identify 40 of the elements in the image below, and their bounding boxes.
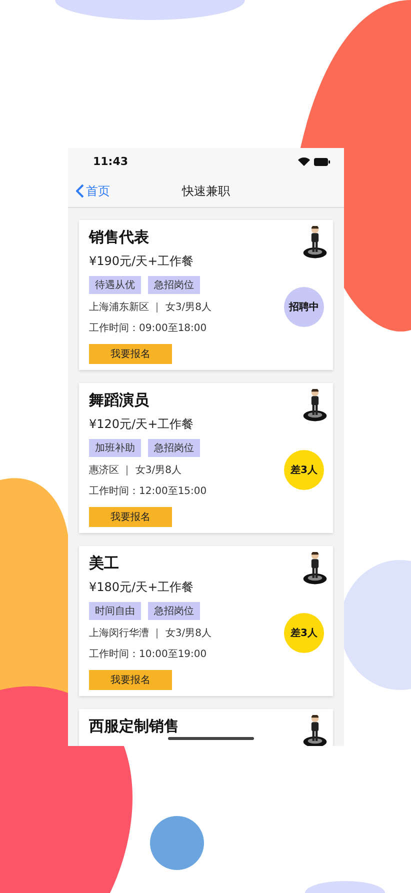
job-tag: 加班补助 (89, 439, 141, 457)
apply-button[interactable]: 我要报名 (89, 344, 172, 364)
job-card[interactable]: 销售代表 ¥190元/天+工作餐 待遇从优 急招岗位 上海浦东新区 ｜ 女3/男8人 工作时间：09:00至18:00 我要报名 招聘中 (79, 220, 333, 370)
job-card[interactable]: 美工 ¥180元/天+工作餐 时间自由 急招岗位 上海闵行华漕 ｜ 女3/男8人 工作时间：10:00至19:00 我要报名 差3人 (79, 546, 333, 696)
salary-text: ¥180元/天+工作餐 (89, 579, 194, 596)
figure-icon (301, 715, 329, 746)
job-tag: 急招岗位 (148, 439, 200, 457)
job-title: 舞蹈演员 (89, 391, 149, 410)
page-title: 快速兼职 (182, 182, 230, 200)
status-badge: 差3人 (284, 450, 324, 490)
job-tag: 待遇从优 (89, 276, 141, 294)
job-tag: 时间自由 (89, 602, 141, 620)
status-badge: 差3人 (284, 613, 324, 653)
figure-icon (301, 226, 329, 260)
back-button[interactable]: 首页 (76, 182, 110, 200)
status-time: 11:43 (93, 155, 128, 168)
apply-button[interactable]: 我要报名 (89, 670, 172, 690)
location-text: 上海闵行华漕 ｜ 女3/男8人 (89, 626, 212, 640)
job-title: 美工 (89, 554, 119, 573)
apply-button[interactable]: 我要报名 (89, 507, 172, 527)
salary-text: ¥120元/天+工作餐 (89, 416, 194, 433)
job-tag: 急招岗位 (148, 602, 200, 620)
job-card[interactable]: 舞蹈演员 ¥120元/天+工作餐 加班补助 急招岗位 惠济区 ｜ 女3/男8人 工作时间：12:00至15:00 我要报名 差3人 (79, 383, 333, 533)
hours-text: 工作时间：09:00至18:00 (89, 322, 207, 335)
job-tag: 急招岗位 (148, 276, 200, 294)
hours-text: 工作时间：12:00至15:00 (89, 484, 207, 498)
back-chevron-icon (76, 184, 84, 198)
location-text: 上海浦东新区 ｜ 女3/男8人 (89, 300, 212, 314)
location-text: 惠济区 ｜ 女3/男8人 (89, 464, 182, 477)
battery-icon (314, 158, 330, 166)
job-card[interactable]: 西服定制销售 (79, 709, 333, 746)
decorative-dot (150, 816, 204, 870)
wifi-icon (298, 157, 310, 166)
figure-icon (301, 552, 329, 586)
job-title: 销售代表 (89, 228, 149, 247)
hours-text: 工作时间：10:00至19:00 (89, 648, 207, 661)
salary-text: ¥190元/天+工作餐 (89, 253, 194, 270)
job-title: 西服定制销售 (89, 717, 179, 736)
figure-icon (301, 389, 329, 423)
status-badge: 招聘中 (284, 287, 324, 327)
